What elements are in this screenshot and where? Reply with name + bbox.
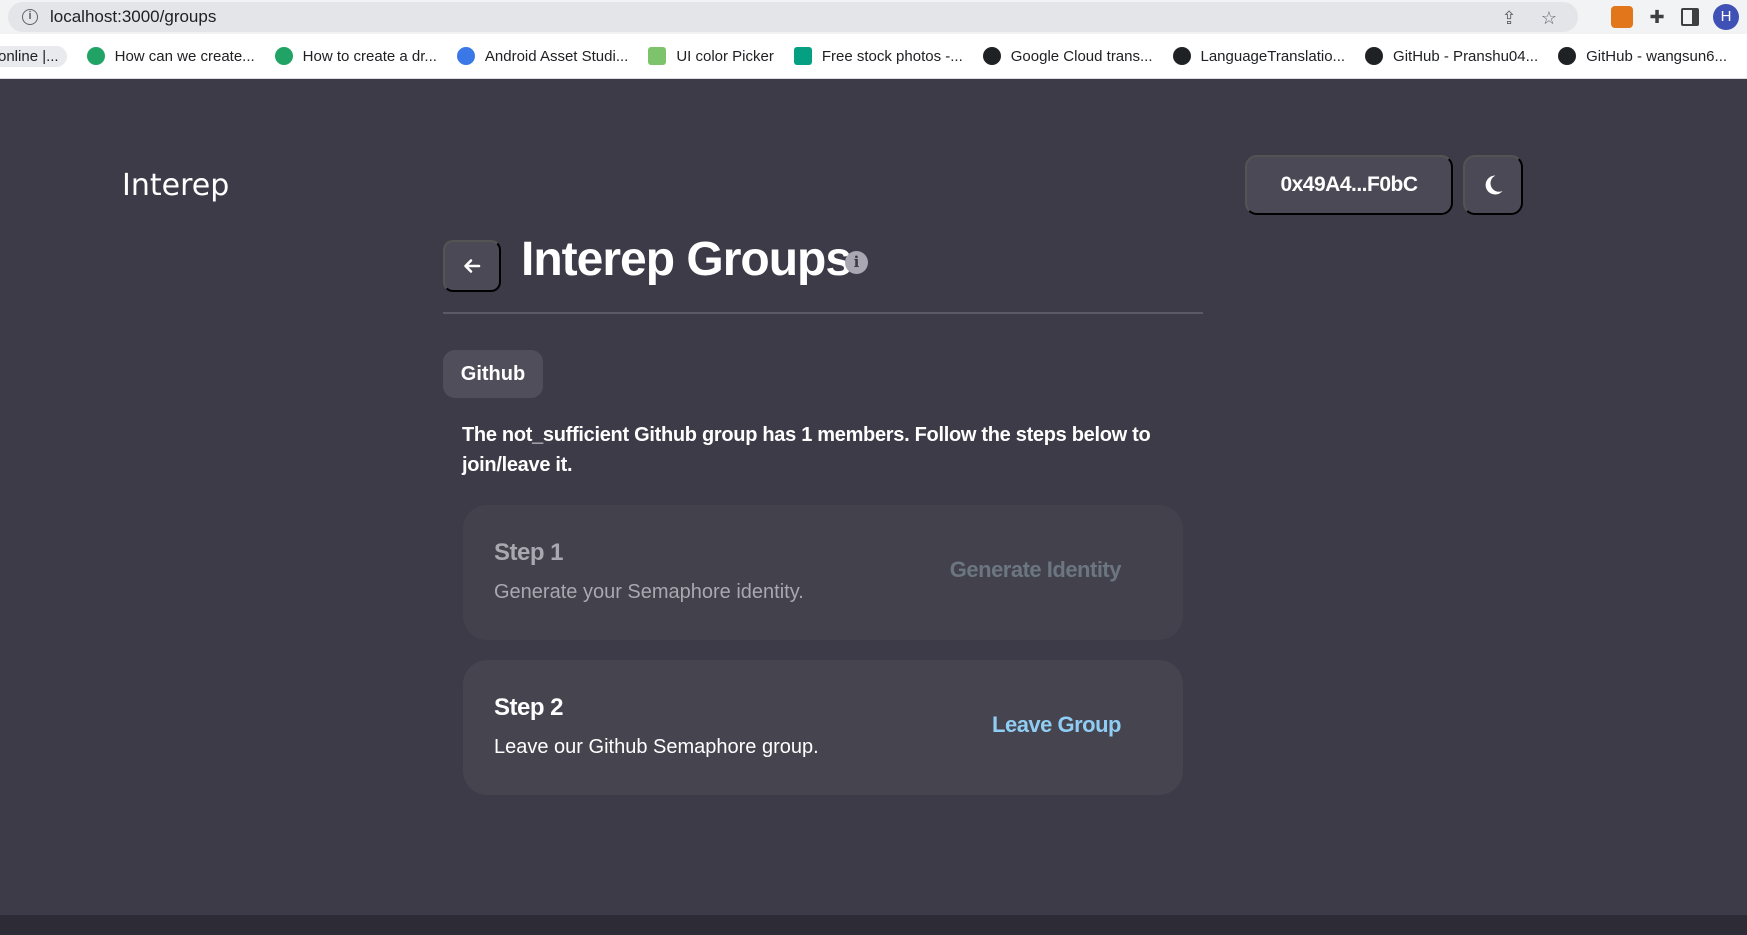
browser-address-bar: i localhost:3000/groups ⇪ ☆ ✚ H <box>0 0 1747 34</box>
photo-icon <box>793 47 812 65</box>
bookmark-item[interactable]: How to create a dr... <box>274 47 437 65</box>
bookmark-item[interactable]: How can we create... <box>86 47 255 65</box>
leave-group-button[interactable]: Leave Group <box>992 712 1121 738</box>
step-subtitle: Generate your Semaphore identity. <box>494 581 804 603</box>
bookmark-item[interactable]: GitHub - Pranshu04... <box>1365 47 1538 65</box>
bookmark-item[interactable]: LanguageTranslatio... <box>1172 47 1345 65</box>
info-icon[interactable]: i <box>845 251 868 274</box>
step-title: Step 1 <box>494 539 564 566</box>
color-picker-icon <box>648 47 667 65</box>
page-footer <box>0 915 1747 935</box>
generate-identity-button[interactable]: Generate Identity <box>950 557 1122 583</box>
green-link-icon <box>86 47 105 65</box>
github-icon <box>1365 47 1384 65</box>
url-text[interactable]: localhost:3000/groups <box>50 7 216 27</box>
step-title: Step 2 <box>494 694 564 721</box>
globe-icon <box>982 47 1001 65</box>
arrow-left-icon <box>464 259 481 273</box>
bookmarks-bar: online |... How can we create... How to … <box>0 34 1747 79</box>
group-description: The not_sufficient Github group has 1 me… <box>462 424 1151 476</box>
share-icon[interactable]: ⇪ <box>1498 7 1520 29</box>
app-page: Interep 0x49A4...F0bC Interep Groups i G… <box>0 79 1747 915</box>
bookmark-item[interactable]: Android Asset Studi... <box>456 47 628 65</box>
theme-toggle-button[interactable] <box>1463 155 1523 215</box>
side-panel-icon[interactable] <box>1681 8 1699 26</box>
page-title: Interep Groups <box>521 233 852 286</box>
bookmark-item[interactable]: online |... <box>0 45 67 67</box>
moon-icon <box>1485 175 1503 195</box>
github-icon <box>1172 47 1191 65</box>
wallet-address-button[interactable]: 0x49A4...F0bC <box>1245 155 1453 215</box>
green-link-icon <box>274 47 293 65</box>
site-info-icon[interactable]: i <box>22 9 38 25</box>
bookmark-item[interactable]: UI color Picker <box>648 47 774 65</box>
bookmark-item[interactable]: Google Cloud trans... <box>982 47 1153 65</box>
step-subtitle: Leave our Github Semaphore group. <box>494 736 819 758</box>
provider-tag: Github <box>443 350 543 398</box>
title-divider <box>443 312 1203 314</box>
step-card: Step 1 Generate your Semaphore identity.… <box>463 505 1183 640</box>
bookmark-item[interactable]: Free stock photos -... <box>793 47 963 65</box>
bookmark-star-icon[interactable]: ☆ <box>1538 7 1560 29</box>
github-icon <box>1558 47 1577 65</box>
metamask-extension-icon[interactable] <box>1611 6 1633 28</box>
back-button[interactable] <box>443 240 501 292</box>
step-card: Step 2 Leave our Github Semaphore group.… <box>463 660 1183 795</box>
blue-compass-icon <box>456 47 475 65</box>
profile-avatar[interactable]: H <box>1713 4 1739 30</box>
url-field[interactable]: i localhost:3000/groups ⇪ ☆ <box>8 2 1578 32</box>
bookmark-item[interactable]: GitHub - wangsun6... <box>1558 47 1727 65</box>
app-logo[interactable]: Interep <box>122 168 229 203</box>
extensions-puzzle-icon[interactable]: ✚ <box>1647 7 1667 27</box>
